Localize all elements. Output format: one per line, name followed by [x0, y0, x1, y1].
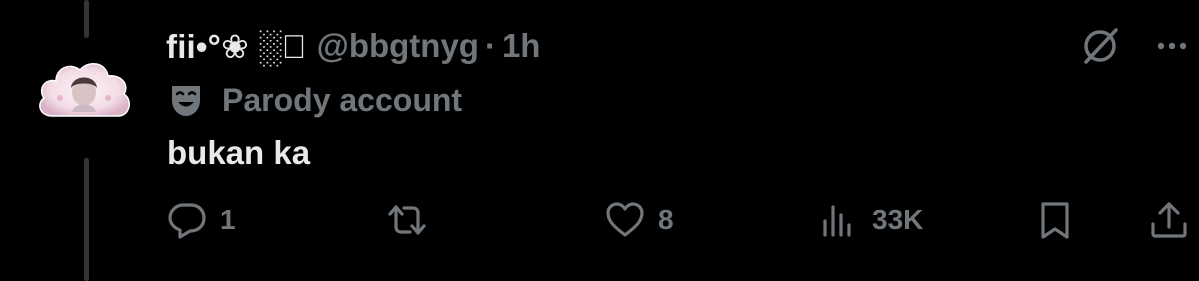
- parody-account-label: Parody account: [168, 80, 462, 120]
- reply-button[interactable]: 1: [166, 198, 236, 242]
- like-count: 8: [658, 204, 674, 235]
- timestamp[interactable]: 1h: [502, 27, 541, 65]
- reply-count: 1: [220, 204, 236, 235]
- retweet-icon: [386, 199, 428, 241]
- views-icon: [818, 199, 860, 241]
- bookmark-button[interactable]: [1034, 198, 1076, 242]
- more-icon[interactable]: [1150, 26, 1194, 66]
- like-button[interactable]: 8: [604, 198, 674, 242]
- avatar[interactable]: [34, 54, 134, 128]
- tweet-header: fii•°❀ ░⃝ @bbgtnyg · 1h: [166, 24, 540, 68]
- cloud-avatar-image: [39, 63, 130, 117]
- share-button[interactable]: [1148, 198, 1190, 242]
- bookmark-icon: [1034, 199, 1076, 241]
- reply-icon: [166, 199, 208, 241]
- heart-icon: [604, 199, 646, 241]
- theater-mask-icon: [168, 82, 204, 118]
- tweet-text: bukan ka: [167, 134, 311, 171]
- thread-line-top: [84, 0, 89, 38]
- share-icon: [1148, 199, 1190, 241]
- views-count: 33K: [872, 204, 924, 235]
- thread-line-bottom: [84, 158, 89, 281]
- grok-icon[interactable]: [1078, 24, 1122, 68]
- parody-label-text: Parody account: [222, 81, 463, 118]
- handle[interactable]: @bbgtnyg: [317, 27, 479, 65]
- views-button[interactable]: 33K: [818, 198, 923, 242]
- separator-dot: ·: [484, 27, 496, 64]
- retweet-button[interactable]: [386, 198, 440, 242]
- display-name[interactable]: fii•°❀ ░⃝: [166, 27, 307, 66]
